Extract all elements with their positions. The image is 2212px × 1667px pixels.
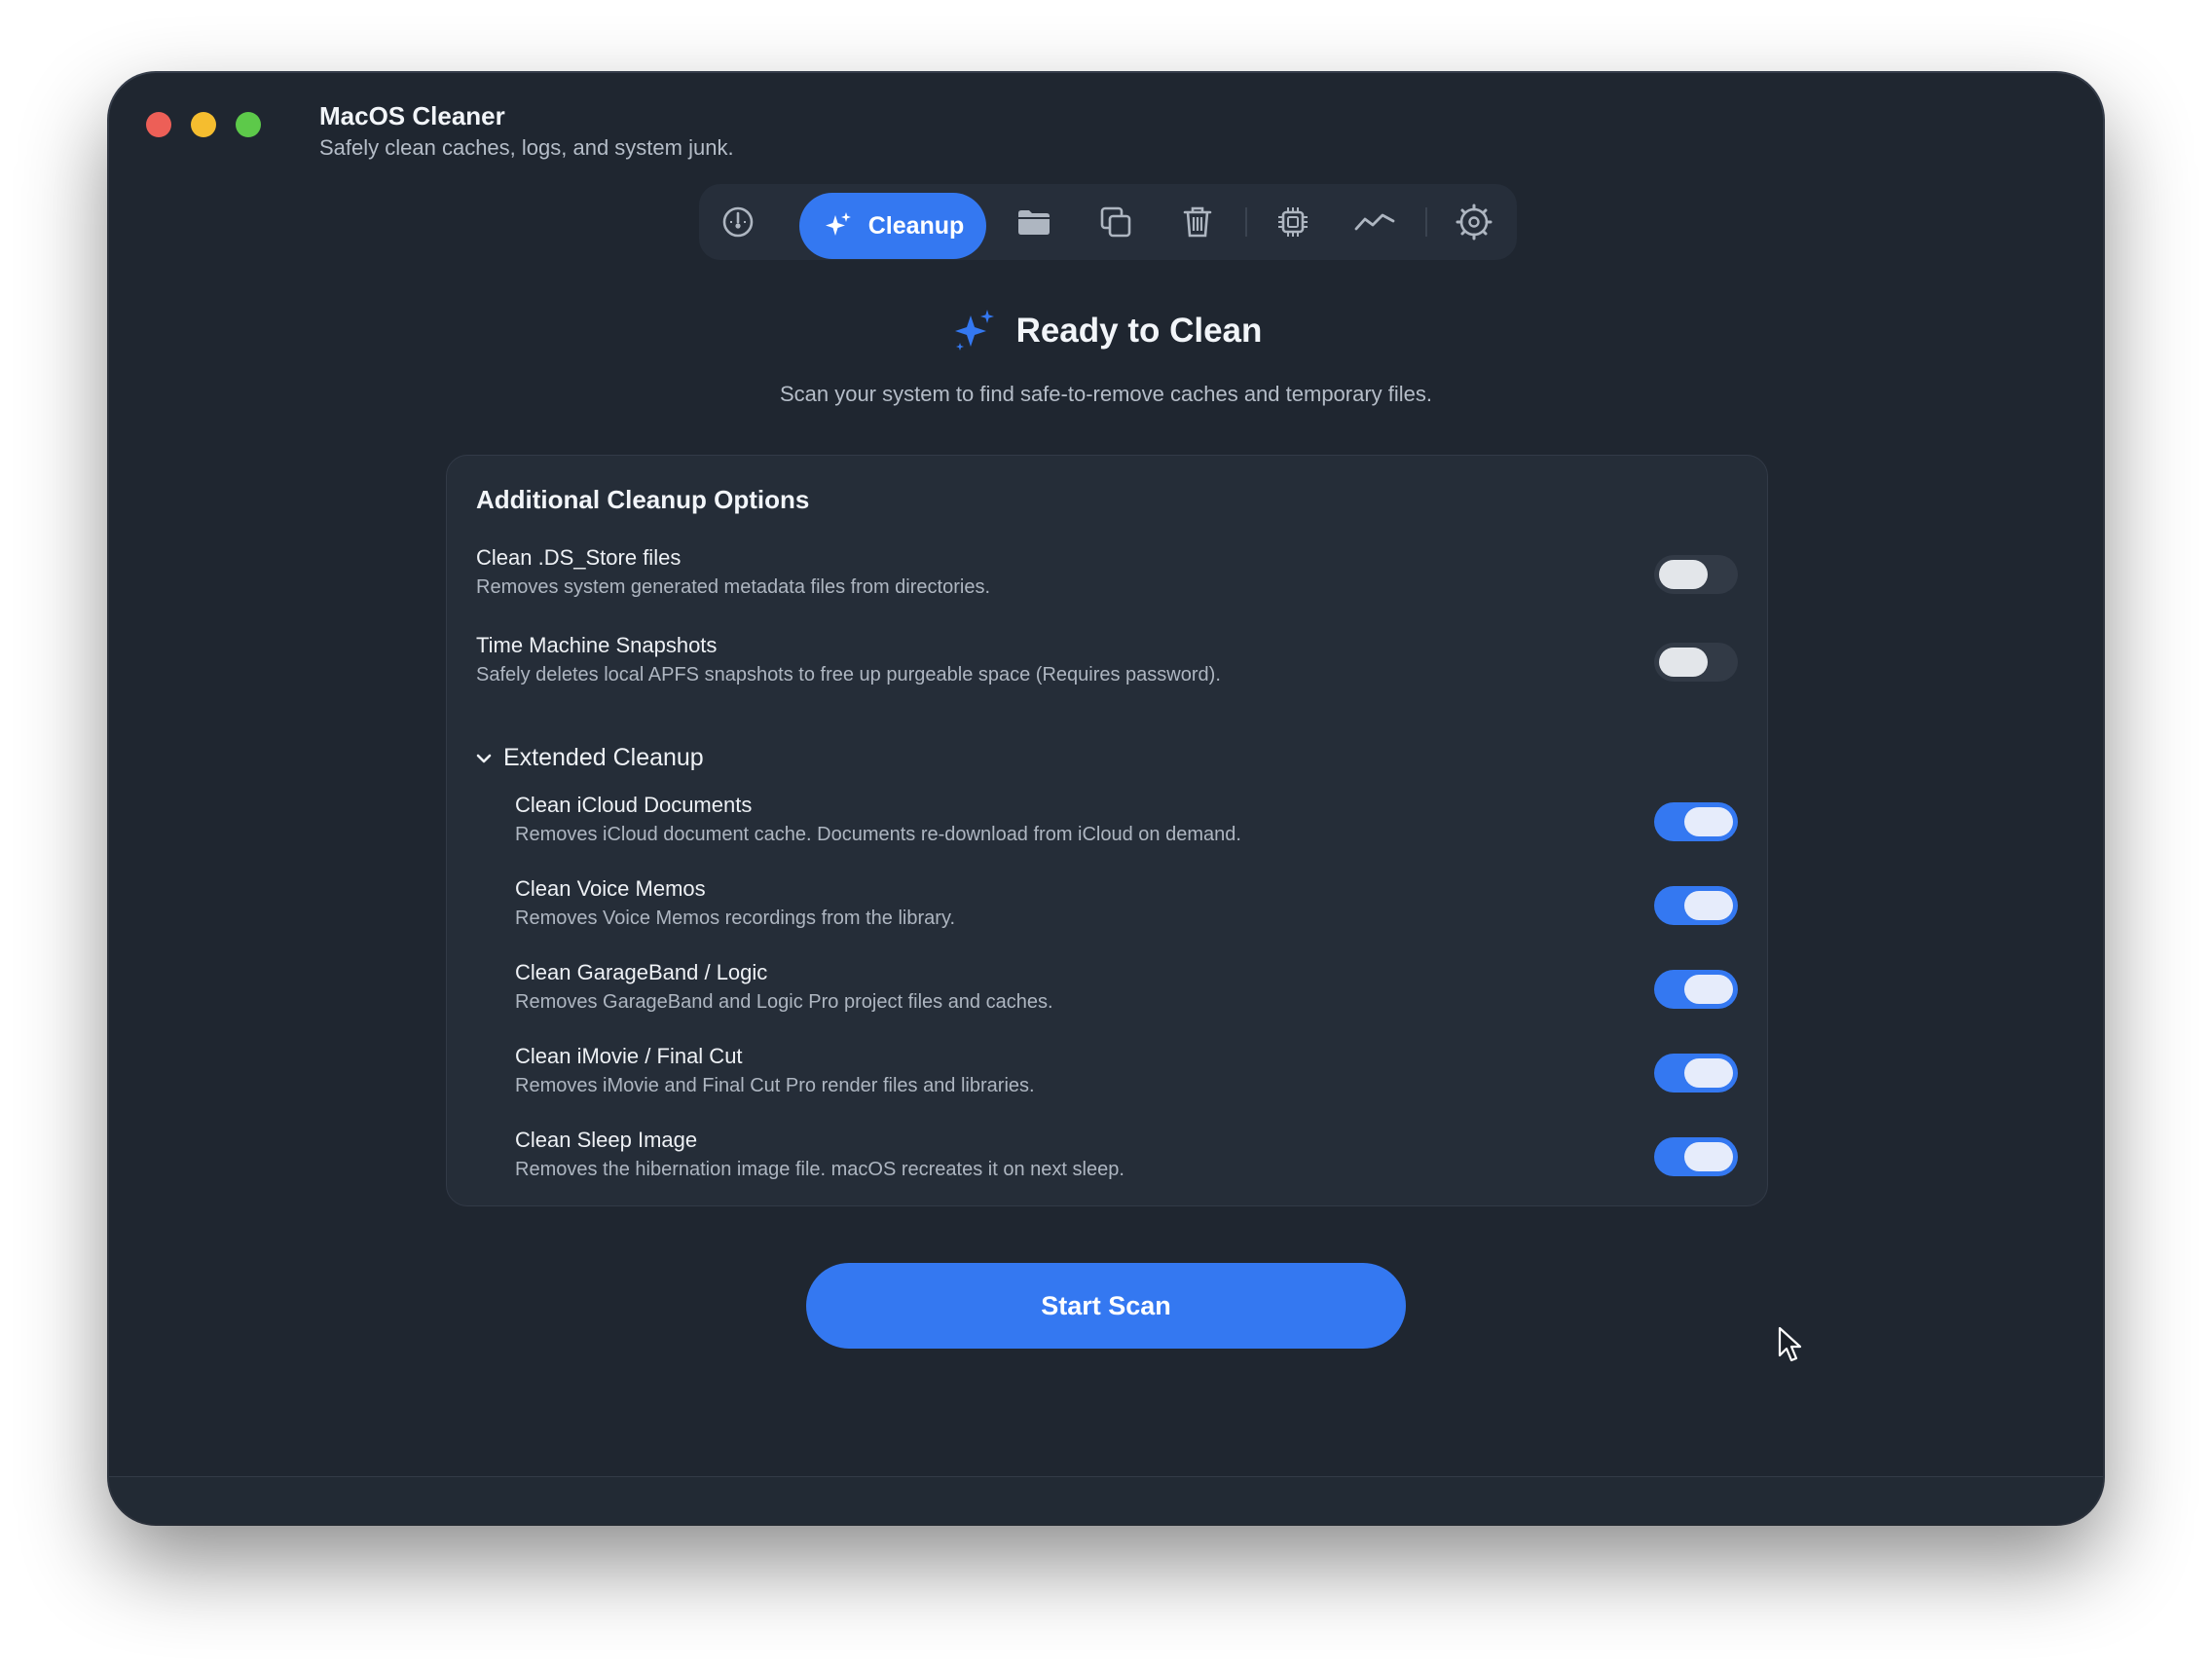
sparkles-icon (954, 310, 994, 351)
dashboard-gauge-icon (722, 206, 754, 238)
status-subtitle: Scan your system to find safe-to-remove … (779, 382, 1433, 406)
option-label: Clean Sleep Image (515, 1128, 698, 1152)
time-machine-toggle[interactable] (1654, 643, 1738, 682)
trash-icon (1183, 206, 1212, 238)
activity-graph-icon (1354, 213, 1395, 231)
option-ds-store: Clean .DS_Store files Removes system gen… (476, 543, 1738, 602)
status-bar (109, 1476, 2103, 1524)
sleep-image-toggle[interactable] (1654, 1137, 1738, 1176)
extended-cleanup-disclosure[interactable]: Extended Cleanup (474, 744, 704, 772)
close-window-button[interactable] (146, 112, 171, 137)
tab-cleanup[interactable]: Cleanup (799, 193, 986, 259)
mouse-pointer-icon (1778, 1326, 1803, 1368)
option-voice-memos: Clean Voice Memos Removes Voice Memos re… (515, 874, 1738, 933)
cpu-chip-icon (1278, 207, 1308, 237)
toolbar-divider (1425, 207, 1427, 237)
minimize-window-button[interactable] (191, 112, 216, 137)
panel-title: Additional Cleanup Options (476, 485, 810, 514)
option-time-machine: Time Machine Snapshots Safely deletes lo… (476, 631, 1738, 689)
icloud-documents-toggle[interactable] (1654, 802, 1738, 841)
settings-gear-icon (1456, 204, 1493, 241)
option-description: Removes GarageBand and Logic Pro project… (515, 991, 1053, 1013)
folder-icon (1018, 210, 1050, 235)
option-icloud-documents: Clean iCloud Documents Removes iCloud do… (515, 791, 1738, 849)
garageband-logic-toggle[interactable] (1654, 970, 1738, 1009)
toggle-knob (1659, 560, 1708, 589)
option-imovie-final-cut: Clean iMovie / Final Cut Removes iMovie … (515, 1042, 1738, 1100)
option-label: Clean iCloud Documents (515, 793, 753, 817)
tab-toolbar: Cleanup (699, 184, 1517, 260)
option-label: Time Machine Snapshots (476, 633, 718, 657)
app-window: MacOS Cleaner Safely clean caches, logs,… (109, 73, 2103, 1524)
chevron-down-icon (476, 754, 492, 762)
imovie-final-cut-toggle[interactable] (1654, 1054, 1738, 1093)
app-title: MacOS Cleaner (319, 101, 505, 130)
title-block: MacOS Cleaner Safely clean caches, logs,… (319, 98, 734, 163)
app-subtitle: Safely clean caches, logs, and system ju… (319, 135, 734, 160)
status-hero: Ready to Clean Scan your system to find … (109, 307, 2103, 407)
ds-store-toggle[interactable] (1654, 555, 1738, 594)
tab-uninstaller[interactable] (1168, 193, 1227, 251)
extended-cleanup-title: Extended Cleanup (503, 744, 704, 771)
option-description: Removes Voice Memos recordings from the … (515, 908, 956, 929)
option-label: Clean iMovie / Final Cut (515, 1044, 743, 1068)
status-title-row: Ready to Clean (950, 307, 1263, 355)
toolbar-divider (1245, 207, 1247, 237)
sparkles-icon (825, 212, 851, 236)
toggle-knob (1684, 975, 1733, 1004)
toggle-knob (1659, 648, 1708, 677)
option-description: Removes system generated metadata files … (476, 576, 990, 598)
tab-dashboard[interactable] (709, 193, 767, 251)
option-label: Clean .DS_Store files (476, 545, 682, 570)
cleanup-options-panel: Additional Cleanup Options Clean .DS_Sto… (446, 455, 1768, 1206)
option-sleep-image: Clean Sleep Image Removes the hibernatio… (515, 1126, 1738, 1184)
start-scan-button[interactable]: Start Scan (806, 1263, 1406, 1349)
voice-memos-toggle[interactable] (1654, 886, 1738, 925)
window-controls (146, 112, 261, 137)
duplicates-icon (1100, 206, 1131, 238)
option-label: Clean GarageBand / Logic (515, 960, 768, 984)
option-description: Removes iCloud document cache. Documents… (515, 824, 1241, 845)
toggle-knob (1684, 1142, 1733, 1171)
option-description: Removes the hibernation image file. macO… (515, 1159, 1124, 1180)
tab-files[interactable] (1005, 193, 1063, 251)
toggle-knob (1684, 891, 1733, 920)
tab-cleanup-label: Cleanup (867, 211, 965, 240)
zoom-window-button[interactable] (236, 112, 261, 137)
option-label: Clean Voice Memos (515, 876, 706, 901)
tab-memory[interactable] (1264, 193, 1322, 251)
tab-duplicates[interactable] (1087, 193, 1145, 251)
option-description: Removes iMovie and Final Cut Pro render … (515, 1075, 1035, 1096)
option-description: Safely deletes local APFS snapshots to f… (476, 664, 1221, 685)
toggle-knob (1684, 1058, 1733, 1088)
toggle-knob (1684, 807, 1733, 836)
status-title: Ready to Clean (1015, 312, 1263, 350)
tab-monitor[interactable] (1346, 193, 1404, 251)
tab-settings[interactable] (1445, 193, 1503, 251)
option-garageband-logic: Clean GarageBand / Logic Removes GarageB… (515, 958, 1738, 1017)
